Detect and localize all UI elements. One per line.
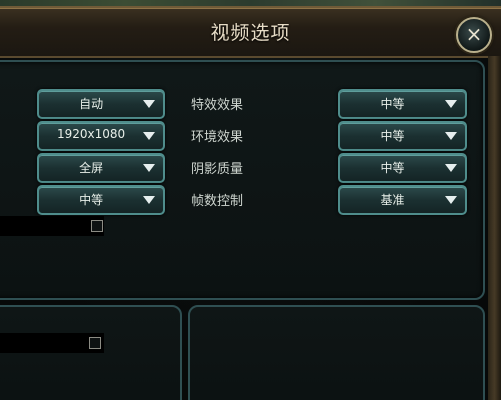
shadow-dropdown[interactable]: 中等 bbox=[338, 153, 467, 183]
dropdown-value: 基准 bbox=[380, 193, 405, 207]
window-mode-dropdown[interactable]: 全屏 bbox=[37, 153, 165, 183]
video-options-window: 视频选项 × 自动 1920x1080 全屏 中等 特效效果 环境效果 阴影质量… bbox=[0, 0, 501, 400]
dropdown-value: 中等 bbox=[380, 97, 405, 111]
close-button[interactable]: × bbox=[456, 17, 492, 53]
option-row-bar bbox=[0, 216, 104, 236]
chevron-down-icon bbox=[445, 196, 457, 204]
close-icon: × bbox=[465, 22, 483, 46]
chevron-down-icon bbox=[445, 132, 457, 140]
dropdown-value: 中等 bbox=[79, 193, 104, 207]
window-title: 视频选项 bbox=[210, 22, 291, 44]
quality-dropdown[interactable]: 中等 bbox=[37, 185, 165, 215]
effects-dropdown[interactable]: 中等 bbox=[338, 89, 467, 119]
window-frame-edge bbox=[488, 56, 501, 400]
display-mode-dropdown[interactable]: 自动 bbox=[37, 89, 165, 119]
dropdown-value: 1920x1080 bbox=[56, 127, 126, 141]
effects-label: 特效效果 bbox=[191, 98, 244, 113]
environment-label: 环境效果 bbox=[191, 130, 244, 145]
chevron-down-icon bbox=[143, 132, 155, 140]
environment-dropdown[interactable]: 中等 bbox=[338, 121, 467, 151]
chevron-down-icon bbox=[445, 164, 457, 172]
chevron-down-icon bbox=[143, 100, 155, 108]
dropdown-value: 全屏 bbox=[79, 161, 104, 175]
framerate-label: 帧数控制 bbox=[191, 194, 244, 209]
option-checkbox[interactable] bbox=[89, 337, 101, 349]
resolution-dropdown[interactable]: 1920x1080 bbox=[37, 121, 165, 151]
option-checkbox[interactable] bbox=[91, 220, 103, 232]
title-bar: 视频选项 bbox=[0, 6, 501, 58]
chevron-down-icon bbox=[143, 164, 155, 172]
dropdown-value: 自动 bbox=[79, 97, 104, 111]
chevron-down-icon bbox=[143, 196, 155, 204]
chevron-down-icon bbox=[445, 100, 457, 108]
shadow-label: 阴影质量 bbox=[191, 162, 244, 177]
dropdown-value: 中等 bbox=[380, 161, 405, 175]
framerate-dropdown[interactable]: 基准 bbox=[338, 185, 467, 215]
bottom-right-panel bbox=[188, 305, 485, 400]
dropdown-value: 中等 bbox=[380, 129, 405, 143]
